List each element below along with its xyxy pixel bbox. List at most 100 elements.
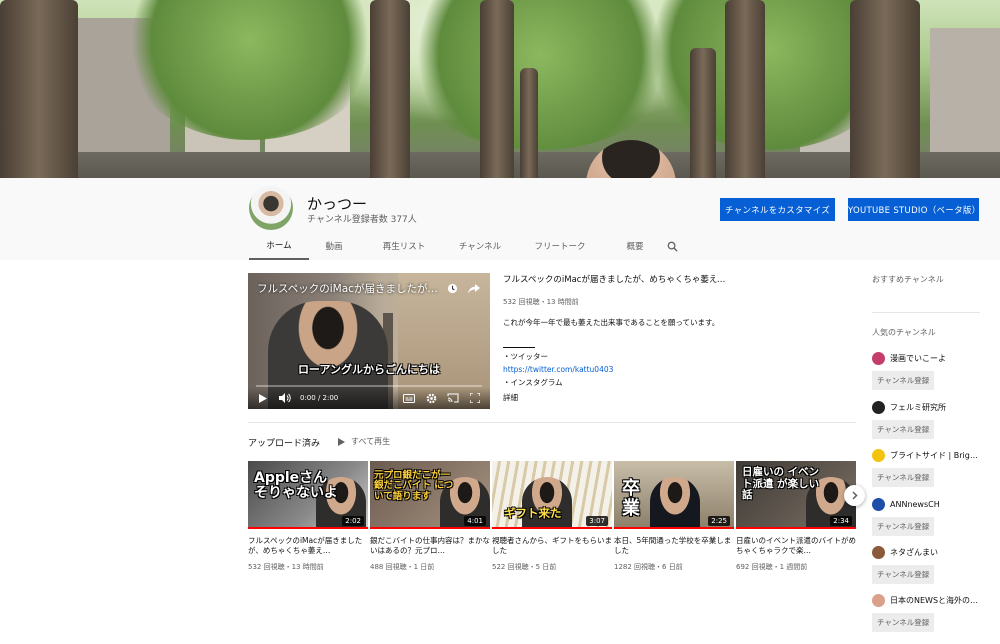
video-thumbnail[interactable]: ギフト来た 3:07 [492,461,612,529]
tab-home[interactable]: ホーム [249,232,309,260]
video-thumbnail[interactable]: 元プロ銀だこが一 銀だこバイト について語ります 4:01 [370,461,490,529]
subtitles-icon[interactable] [402,392,416,404]
chevron-right-icon [851,491,858,500]
channel-search-icon[interactable] [661,232,683,260]
sidebar-channel: 漫画でいこーよ チャンネル登録 [872,352,982,390]
lightbulb-icon[interactable] [872,449,885,462]
channel-icon[interactable] [872,546,885,559]
sidebar-channel-name[interactable]: ネタざんまい [890,547,982,558]
channel-banner [0,0,1000,178]
channel-name: かっつー [307,195,368,213]
tab-channels[interactable]: チャンネル [449,232,511,260]
featured-video-info: フルスペックのiMacが届きましたが、めちゃくちゃ萎えています。 532 回視聴… [503,273,731,403]
sidebar-channel: ネタざんまい チャンネル登録 [872,546,982,584]
sidebar-channel: フェルミ研究所 チャンネル登録 [872,401,982,439]
channel-icon[interactable] [872,352,885,365]
player-time: 0:00 / 2:00 [300,394,339,402]
uploads-shelf-title[interactable]: アップロード済み [248,436,320,449]
video-duration: 3:07 [586,516,608,526]
sidebar-channel-name[interactable]: フェルミ研究所 [890,402,982,413]
video-duration: 2:02 [342,516,364,526]
video-card[interactable]: 日雇いの イベント派遣 が楽しい話 2:34 日雇いのイベント派遣のバイトがめち… [736,461,856,572]
video-caption: ローアングルからごんにちは [297,363,441,376]
video-duration: 4:01 [464,516,486,526]
video-thumbnail[interactable]: Appleさん そりゃないよ 2:02 [248,461,368,529]
subscribe-button[interactable]: チャンネル登録 [872,517,935,536]
sidebar-channel: 日本のNEWSと海外の反応 チャンネル登録 [872,594,982,632]
thumbnail-text: ギフト来た [504,506,562,520]
thumbnail-text: Appleさん そりゃないよ [254,470,338,502]
video-duration: 2:34 [830,516,852,526]
video-title[interactable]: フルスペックのiMacが届きましたが、めちゃくちゃ萎え… [248,536,368,556]
featured-video-description: これが今年一年で最も萎えた出来事であることを願っています。 [503,318,720,327]
tab-free-talk[interactable]: フリートーク [511,232,609,260]
video-meta: 1282 回視聴・6 日前 [614,563,683,571]
video-meta: 692 回視聴・1 週間前 [736,563,808,571]
channel-icon[interactable] [872,401,885,414]
volume-icon[interactable] [278,392,292,404]
uploads-grid: Appleさん そりゃないよ 2:02 フルスペックのiMacが届きましたが、め… [248,461,856,572]
sidebar-channel-name[interactable]: ブライトサイド | Bright Side Japan [890,450,982,461]
video-card[interactable]: ギフト来た 3:07 視聴者さんから、ギフトをもらいました 522 回視聴・5 … [492,461,612,572]
twitter-label: ・ツイッター [503,352,548,361]
video-meta: 522 回視聴・5 日前 [492,563,557,571]
video-title[interactable]: 視聴者さんから、ギフトをもらいました [492,536,612,556]
featured-video-meta: 532 回視聴・13 時間前 [503,298,579,306]
youtube-studio-button[interactable]: YOUTUBE STUDIO（ベータ版） [848,198,980,221]
player-title: フルスペックのiMacが届きましたが、めちゃくちゃ萎えています。 [257,283,442,295]
recommended-channels-title: おすすめチャンネル [872,275,944,284]
cast-icon[interactable] [446,392,460,404]
popular-channels-title: 人気のチャンネル [872,328,936,337]
channel-icon[interactable] [872,498,885,511]
video-title[interactable]: 日雇いのイベント派遣のバイトがめちゃくちゃラクで楽… [736,536,856,556]
subscribe-button[interactable]: チャンネル登録 [872,468,935,487]
video-card[interactable]: 元プロ銀だこが一 銀だこバイト について語ります 4:01 銀だこバイトの仕事内… [370,461,490,572]
shelf-next-button[interactable] [844,485,865,506]
show-more-link[interactable]: 詳細 [503,392,731,403]
tab-playlists[interactable]: 再生リスト [359,232,449,260]
channel-avatar[interactable] [249,186,293,230]
watch-later-icon[interactable] [447,279,458,298]
play-all-label: すべて再生 [351,437,391,446]
sidebar-channel: ブライトサイド | Bright Side Japan チャンネル登録 [872,449,982,487]
channel-icon[interactable] [872,594,885,607]
channel-header: かっつー チャンネル登録者数 377人 チャンネルをカスタマイズ YOUTUBE… [0,178,1000,260]
channel-home-content: フルスペックのiMacが届きましたが、めちゃくちゃ萎えています。 ローアングルか… [0,260,1000,644]
video-title[interactable]: 本日、5年間通った学校を卒業しました [614,536,734,556]
video-thumbnail[interactable]: 日雇いの イベント派遣 が楽しい話 2:34 [736,461,856,529]
player-controls: 0:00 / 2:00 [248,387,490,409]
featured-video-player[interactable]: フルスペックのiMacが届きましたが、めちゃくちゃ萎えています。 ローアングルか… [248,273,490,409]
video-title[interactable]: 銀だこバイトの仕事内容は？まかないはあるの？元プロ… [370,536,490,556]
sidebar-channel-name[interactable]: 漫画でいこーよ [890,353,982,364]
twitter-link[interactable]: https://twitter.com/kattu0403 [503,365,731,374]
subscribe-button[interactable]: チャンネル登録 [872,420,935,439]
subscribe-button[interactable]: チャンネル登録 [872,371,935,390]
video-card[interactable]: 卒 業 2:25 本日、5年間通った学校を卒業しました 1282 回視聴・6 日… [614,461,734,572]
video-duration: 2:25 [708,516,730,526]
tab-about[interactable]: 概要 [609,232,661,260]
thumbnail-text: 元プロ銀だこが一 銀だこバイト について語ります [374,470,454,502]
play-all-icon [338,437,345,446]
video-meta: 488 回視聴・1 日前 [370,563,435,571]
thumbnail-text: 卒 業 [622,478,664,519]
subscribe-button[interactable]: チャンネル登録 [872,613,935,632]
play-icon[interactable] [256,392,270,404]
sidebar-channel-name[interactable]: 日本のNEWSと海外の反応 [890,595,982,606]
thumbnail-text: 日雇いの イベント派遣 が楽しい話 [742,466,820,502]
subscribe-button[interactable]: チャンネル登録 [872,565,935,584]
share-icon[interactable] [468,279,480,298]
tab-videos[interactable]: 動画 [309,232,359,260]
instagram-label: ・インスタグラム [503,378,563,387]
video-card[interactable]: Appleさん そりゃないよ 2:02 フルスペックのiMacが届きましたが、め… [248,461,368,572]
featured-video-title[interactable]: フルスペックのiMacが届きましたが、めちゃくちゃ萎えています。 [503,273,731,285]
sidebar-channel: ANNnewsCH チャンネル登録 [872,498,982,536]
settings-gear-icon[interactable] [424,392,438,404]
subscriber-count: チャンネル登録者数 377人 [307,215,417,225]
video-thumbnail[interactable]: 卒 業 2:25 [614,461,734,529]
channel-tabs: ホーム 動画 再生リスト チャンネル フリートーク 概要 [249,232,683,260]
video-meta: 532 回視聴・13 時間前 [248,563,324,571]
play-all-button[interactable]: すべて再生 [338,436,390,447]
fullscreen-icon[interactable] [468,392,482,404]
sidebar-channel-name[interactable]: ANNnewsCH [890,500,982,509]
customize-channel-button[interactable]: チャンネルをカスタマイズ [720,198,835,221]
